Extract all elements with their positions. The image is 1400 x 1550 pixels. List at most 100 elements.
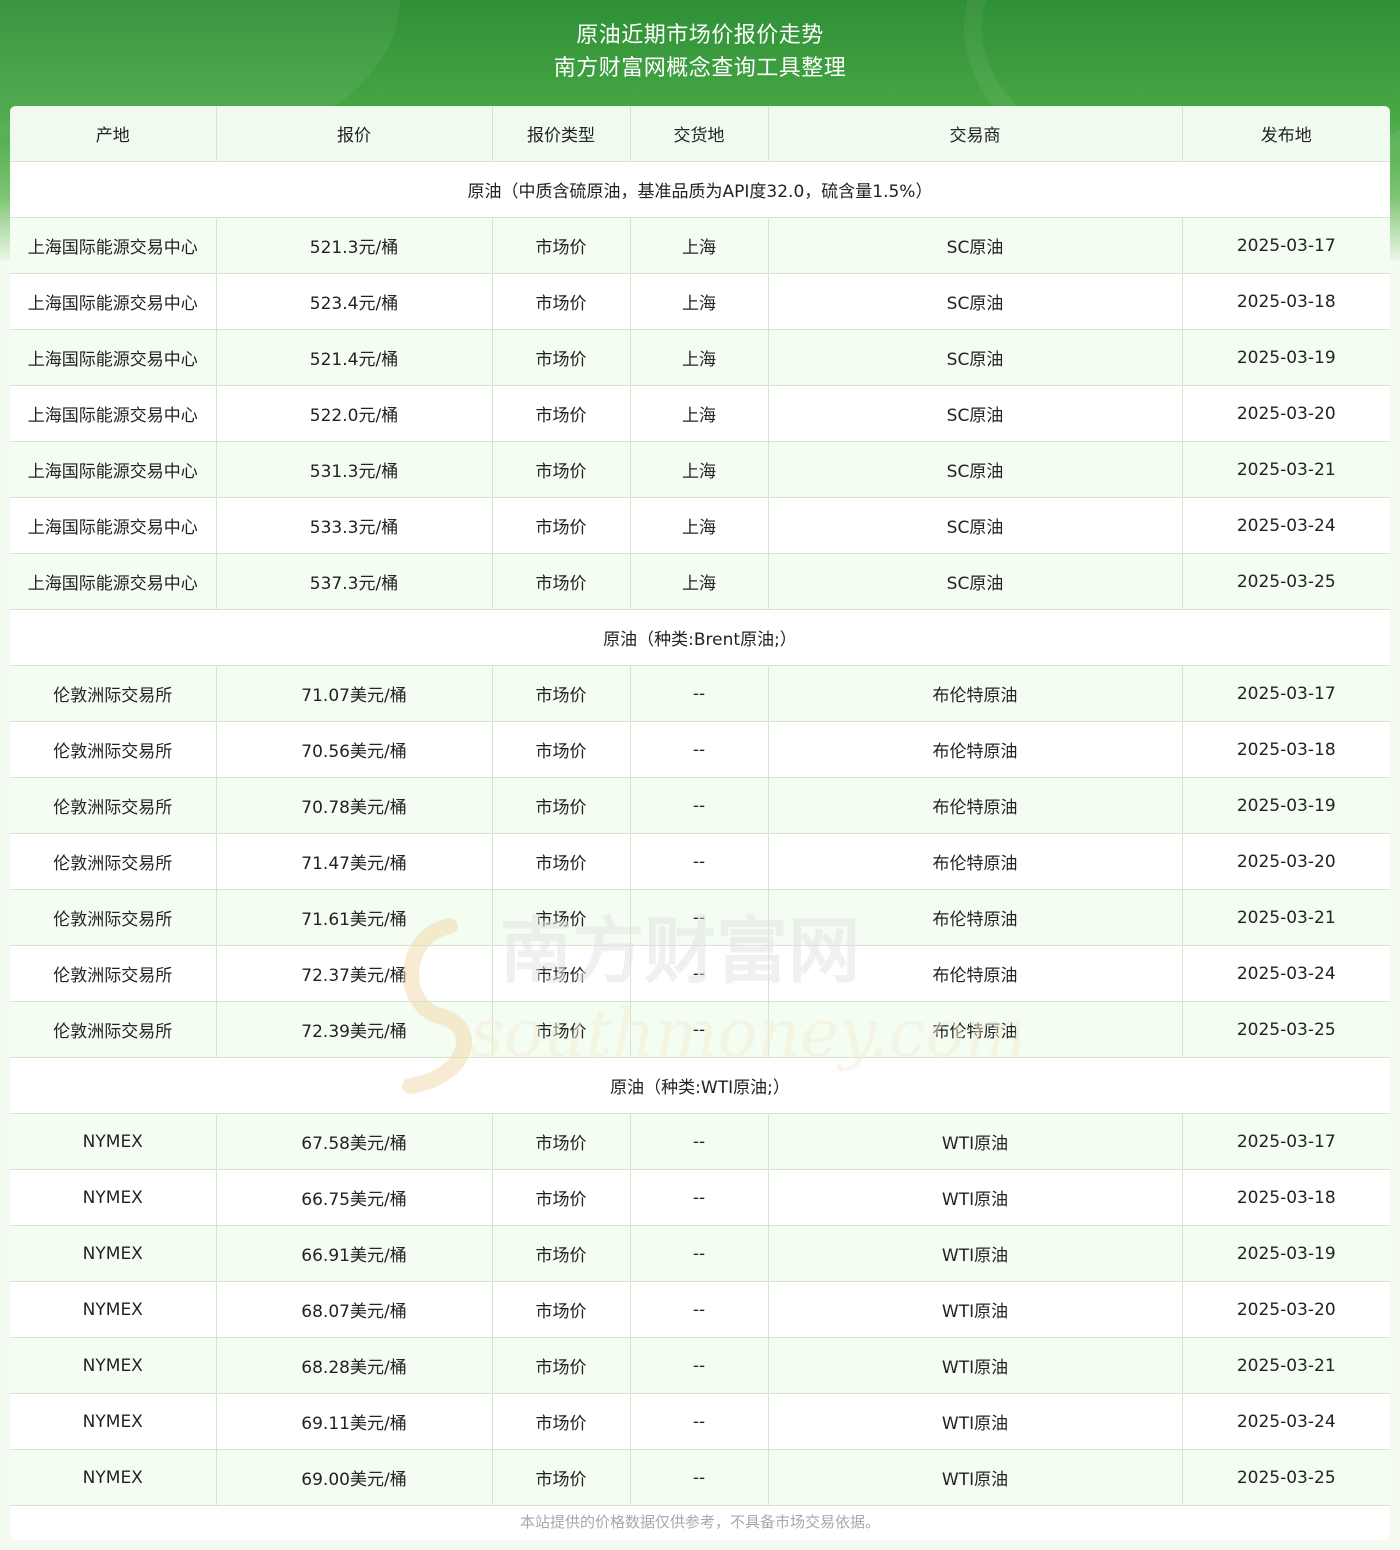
- date-cell: 2025-03-21: [1182, 889, 1390, 946]
- price-type-cell: 市场价: [492, 1001, 631, 1058]
- column-header: 交易商: [768, 106, 1183, 162]
- price-cell: 71.07美元/桶: [216, 665, 493, 722]
- price-type-cell: 市场价: [492, 1281, 631, 1338]
- price-cell: 69.00美元/桶: [216, 1449, 493, 1506]
- price-cell: 531.3元/桶: [216, 441, 493, 498]
- price-type-cell: 市场价: [492, 721, 631, 778]
- price-cell: 70.56美元/桶: [216, 721, 493, 778]
- price-table-card: 产地 报价 报价类型 交货地 交易商 发布地 原油（中质含硫原油，基准品质为AP…: [10, 106, 1390, 1540]
- table-row: NYMEX 68.28美元/桶 市场价 -- WTI原油 2025-03-21: [10, 1337, 1390, 1394]
- table-row: 伦敦洲际交易所 70.78美元/桶 市场价 -- 布伦特原油 2025-03-19: [10, 777, 1390, 834]
- origin-cell: NYMEX: [10, 1113, 217, 1170]
- table-row: 上海国际能源交易中心 531.3元/桶 市场价 上海 SC原油 2025-03-21: [10, 441, 1390, 498]
- date-cell: 2025-03-25: [1182, 1449, 1390, 1506]
- date-cell: 2025-03-19: [1182, 329, 1390, 386]
- price-type-cell: 市场价: [492, 385, 631, 442]
- price-type-cell: 市场价: [492, 441, 631, 498]
- origin-cell: 上海国际能源交易中心: [10, 273, 217, 330]
- trader-cell: 布伦特原油: [768, 889, 1183, 946]
- delivery-cell: --: [630, 665, 769, 722]
- trader-cell: WTI原油: [768, 1225, 1183, 1282]
- delivery-cell: --: [630, 1337, 769, 1394]
- delivery-cell: 上海: [630, 385, 769, 442]
- date-cell: 2025-03-17: [1182, 217, 1390, 274]
- price-type-cell: 市场价: [492, 1393, 631, 1450]
- delivery-cell: --: [630, 1393, 769, 1450]
- date-cell: 2025-03-24: [1182, 945, 1390, 1002]
- trader-cell: SC原油: [768, 553, 1183, 610]
- trader-cell: WTI原油: [768, 1449, 1183, 1506]
- date-cell: 2025-03-24: [1182, 497, 1390, 554]
- price-type-cell: 市场价: [492, 1337, 631, 1394]
- section-header-row: 原油（中质含硫原油，基准品质为API度32.0，硫含量1.5%）: [10, 161, 1390, 218]
- table-row: NYMEX 66.91美元/桶 市场价 -- WTI原油 2025-03-19: [10, 1225, 1390, 1282]
- origin-cell: 伦敦洲际交易所: [10, 665, 217, 722]
- disclaimer-text: 本站提供的价格数据仅供参考，不具备市场交易依据。: [519, 1513, 880, 1531]
- origin-cell: 上海国际能源交易中心: [10, 441, 217, 498]
- trader-cell: SC原油: [768, 329, 1183, 386]
- table-row: 上海国际能源交易中心 523.4元/桶 市场价 上海 SC原油 2025-03-18: [10, 273, 1390, 330]
- date-cell: 2025-03-19: [1182, 777, 1390, 834]
- price-cell: 66.91美元/桶: [216, 1225, 493, 1282]
- delivery-cell: --: [630, 1169, 769, 1226]
- table-row: 上海国际能源交易中心 521.3元/桶 市场价 上海 SC原油 2025-03-17: [10, 217, 1390, 274]
- delivery-cell: --: [630, 721, 769, 778]
- table-row: NYMEX 67.58美元/桶 市场价 -- WTI原油 2025-03-17: [10, 1113, 1390, 1170]
- delivery-cell: --: [630, 777, 769, 834]
- trader-cell: 布伦特原油: [768, 945, 1183, 1002]
- trader-cell: SC原油: [768, 273, 1183, 330]
- delivery-cell: --: [630, 1281, 769, 1338]
- trader-cell: 布伦特原油: [768, 1001, 1183, 1058]
- table-row: 伦敦洲际交易所 72.37美元/桶 市场价 -- 布伦特原油 2025-03-24: [10, 945, 1390, 1002]
- origin-cell: NYMEX: [10, 1393, 217, 1450]
- section-title: 原油（中质含硫原油，基准品质为API度32.0，硫含量1.5%）: [10, 161, 1390, 218]
- table-row: 伦敦洲际交易所 71.47美元/桶 市场价 -- 布伦特原油 2025-03-20: [10, 833, 1390, 890]
- origin-cell: NYMEX: [10, 1169, 217, 1226]
- price-type-cell: 市场价: [492, 553, 631, 610]
- price-cell: 67.58美元/桶: [216, 1113, 493, 1170]
- column-header: 发布地: [1182, 106, 1390, 162]
- trader-cell: SC原油: [768, 497, 1183, 554]
- price-type-cell: 市场价: [492, 1113, 631, 1170]
- price-cell: 70.78美元/桶: [216, 777, 493, 834]
- origin-cell: 伦敦洲际交易所: [10, 1001, 217, 1058]
- delivery-cell: 上海: [630, 497, 769, 554]
- delivery-cell: --: [630, 1225, 769, 1282]
- origin-cell: NYMEX: [10, 1225, 217, 1282]
- section-header-row: 原油（种类:Brent原油;）: [10, 609, 1390, 666]
- table-body: 原油（中质含硫原油，基准品质为API度32.0，硫含量1.5%） 上海国际能源交易…: [10, 161, 1390, 1506]
- trader-cell: WTI原油: [768, 1337, 1183, 1394]
- price-type-cell: 市场价: [492, 1225, 631, 1282]
- price-cell: 533.3元/桶: [216, 497, 493, 554]
- price-cell: 71.61美元/桶: [216, 889, 493, 946]
- trader-cell: 布伦特原油: [768, 665, 1183, 722]
- table-row: 上海国际能源交易中心 533.3元/桶 市场价 上海 SC原油 2025-03-24: [10, 497, 1390, 554]
- column-header: 报价类型: [492, 106, 631, 162]
- price-type-cell: 市场价: [492, 1169, 631, 1226]
- origin-cell: 伦敦洲际交易所: [10, 945, 217, 1002]
- price-cell: 537.3元/桶: [216, 553, 493, 610]
- price-cell: 68.07美元/桶: [216, 1281, 493, 1338]
- date-cell: 2025-03-18: [1182, 721, 1390, 778]
- date-cell: 2025-03-20: [1182, 1281, 1390, 1338]
- price-cell: 521.3元/桶: [216, 217, 493, 274]
- date-cell: 2025-03-20: [1182, 833, 1390, 890]
- origin-cell: 伦敦洲际交易所: [10, 721, 217, 778]
- table-row: 上海国际能源交易中心 521.4元/桶 市场价 上海 SC原油 2025-03-19: [10, 329, 1390, 386]
- table-row: 上海国际能源交易中心 537.3元/桶 市场价 上海 SC原油 2025-03-25: [10, 553, 1390, 610]
- trader-cell: 布伦特原油: [768, 777, 1183, 834]
- table-row: NYMEX 69.00美元/桶 市场价 -- WTI原油 2025-03-25: [10, 1449, 1390, 1506]
- trader-cell: SC原油: [768, 385, 1183, 442]
- price-cell: 69.11美元/桶: [216, 1393, 493, 1450]
- price-type-cell: 市场价: [492, 273, 631, 330]
- origin-cell: 伦敦洲际交易所: [10, 833, 217, 890]
- origin-cell: 上海国际能源交易中心: [10, 553, 217, 610]
- table-row: NYMEX 66.75美元/桶 市场价 -- WTI原油 2025-03-18: [10, 1169, 1390, 1226]
- price-cell: 71.47美元/桶: [216, 833, 493, 890]
- table-row: 伦敦洲际交易所 71.61美元/桶 市场价 -- 布伦特原油 2025-03-21: [10, 889, 1390, 946]
- table-row: 伦敦洲际交易所 72.39美元/桶 市场价 -- 布伦特原油 2025-03-25: [10, 1001, 1390, 1058]
- origin-cell: 上海国际能源交易中心: [10, 217, 217, 274]
- page-title: 原油近期市场价报价走势: [576, 23, 824, 48]
- origin-cell: 伦敦洲际交易所: [10, 777, 217, 834]
- delivery-cell: 上海: [630, 329, 769, 386]
